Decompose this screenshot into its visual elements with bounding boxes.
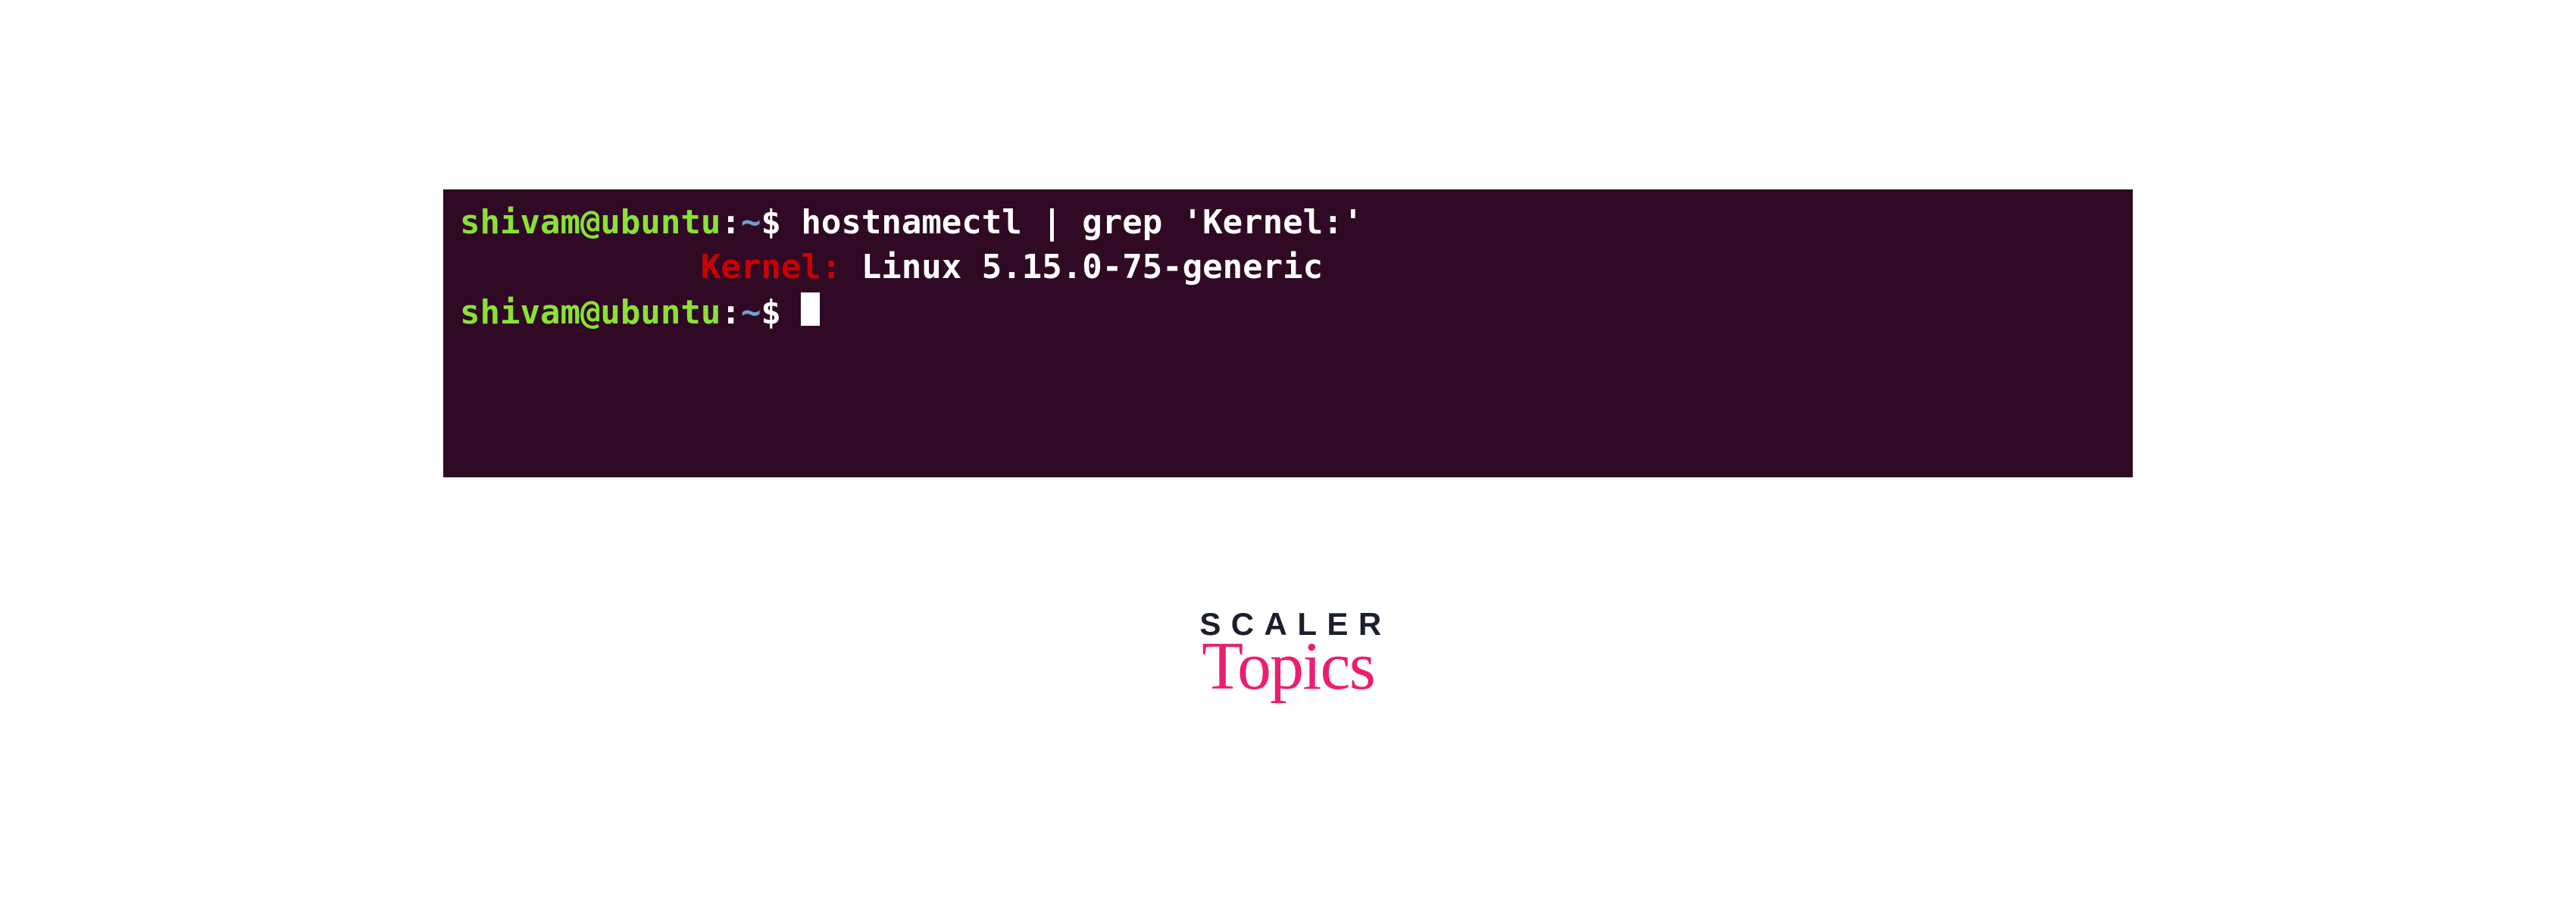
kernel-label: Kernel: [701,248,841,286]
terminal-line-output: Kernel: Linux 5.15.0-75-generic [460,245,2118,289]
prompt-user-host: shivam@ubuntu [460,293,721,332]
terminal-cursor [801,292,819,326]
prompt-separator: : [721,293,741,332]
terminal-window[interactable]: shivam@ubuntu:~$ hostnamectl | grep 'Ker… [443,189,2133,477]
figure-canvas: shivam@ubuntu:~$ hostnamectl | grep 'Ker… [0,0,2576,916]
prompt-path: ~ [741,203,761,242]
prompt-user-host: shivam@ubuntu [460,203,721,242]
prompt-path: ~ [741,293,761,332]
scaler-topics-logo: SCALER Topics [1136,606,1440,696]
prompt-symbol: $ [761,293,781,332]
prompt-symbol: $ [761,203,781,242]
terminal-line-prompt[interactable]: shivam@ubuntu:~$ [460,290,2118,335]
command-text [781,203,802,242]
output-indent [460,248,701,286]
kernel-value: Linux 5.15.0-75-generic [841,248,1323,286]
command-text-value: hostnamectl | grep 'Kernel:' [801,203,1363,242]
terminal-line-command: shivam@ubuntu:~$ hostnamectl | grep 'Ker… [460,200,2118,245]
prompt-separator: : [721,203,741,242]
logo-text-topics: Topics [1136,638,1440,696]
